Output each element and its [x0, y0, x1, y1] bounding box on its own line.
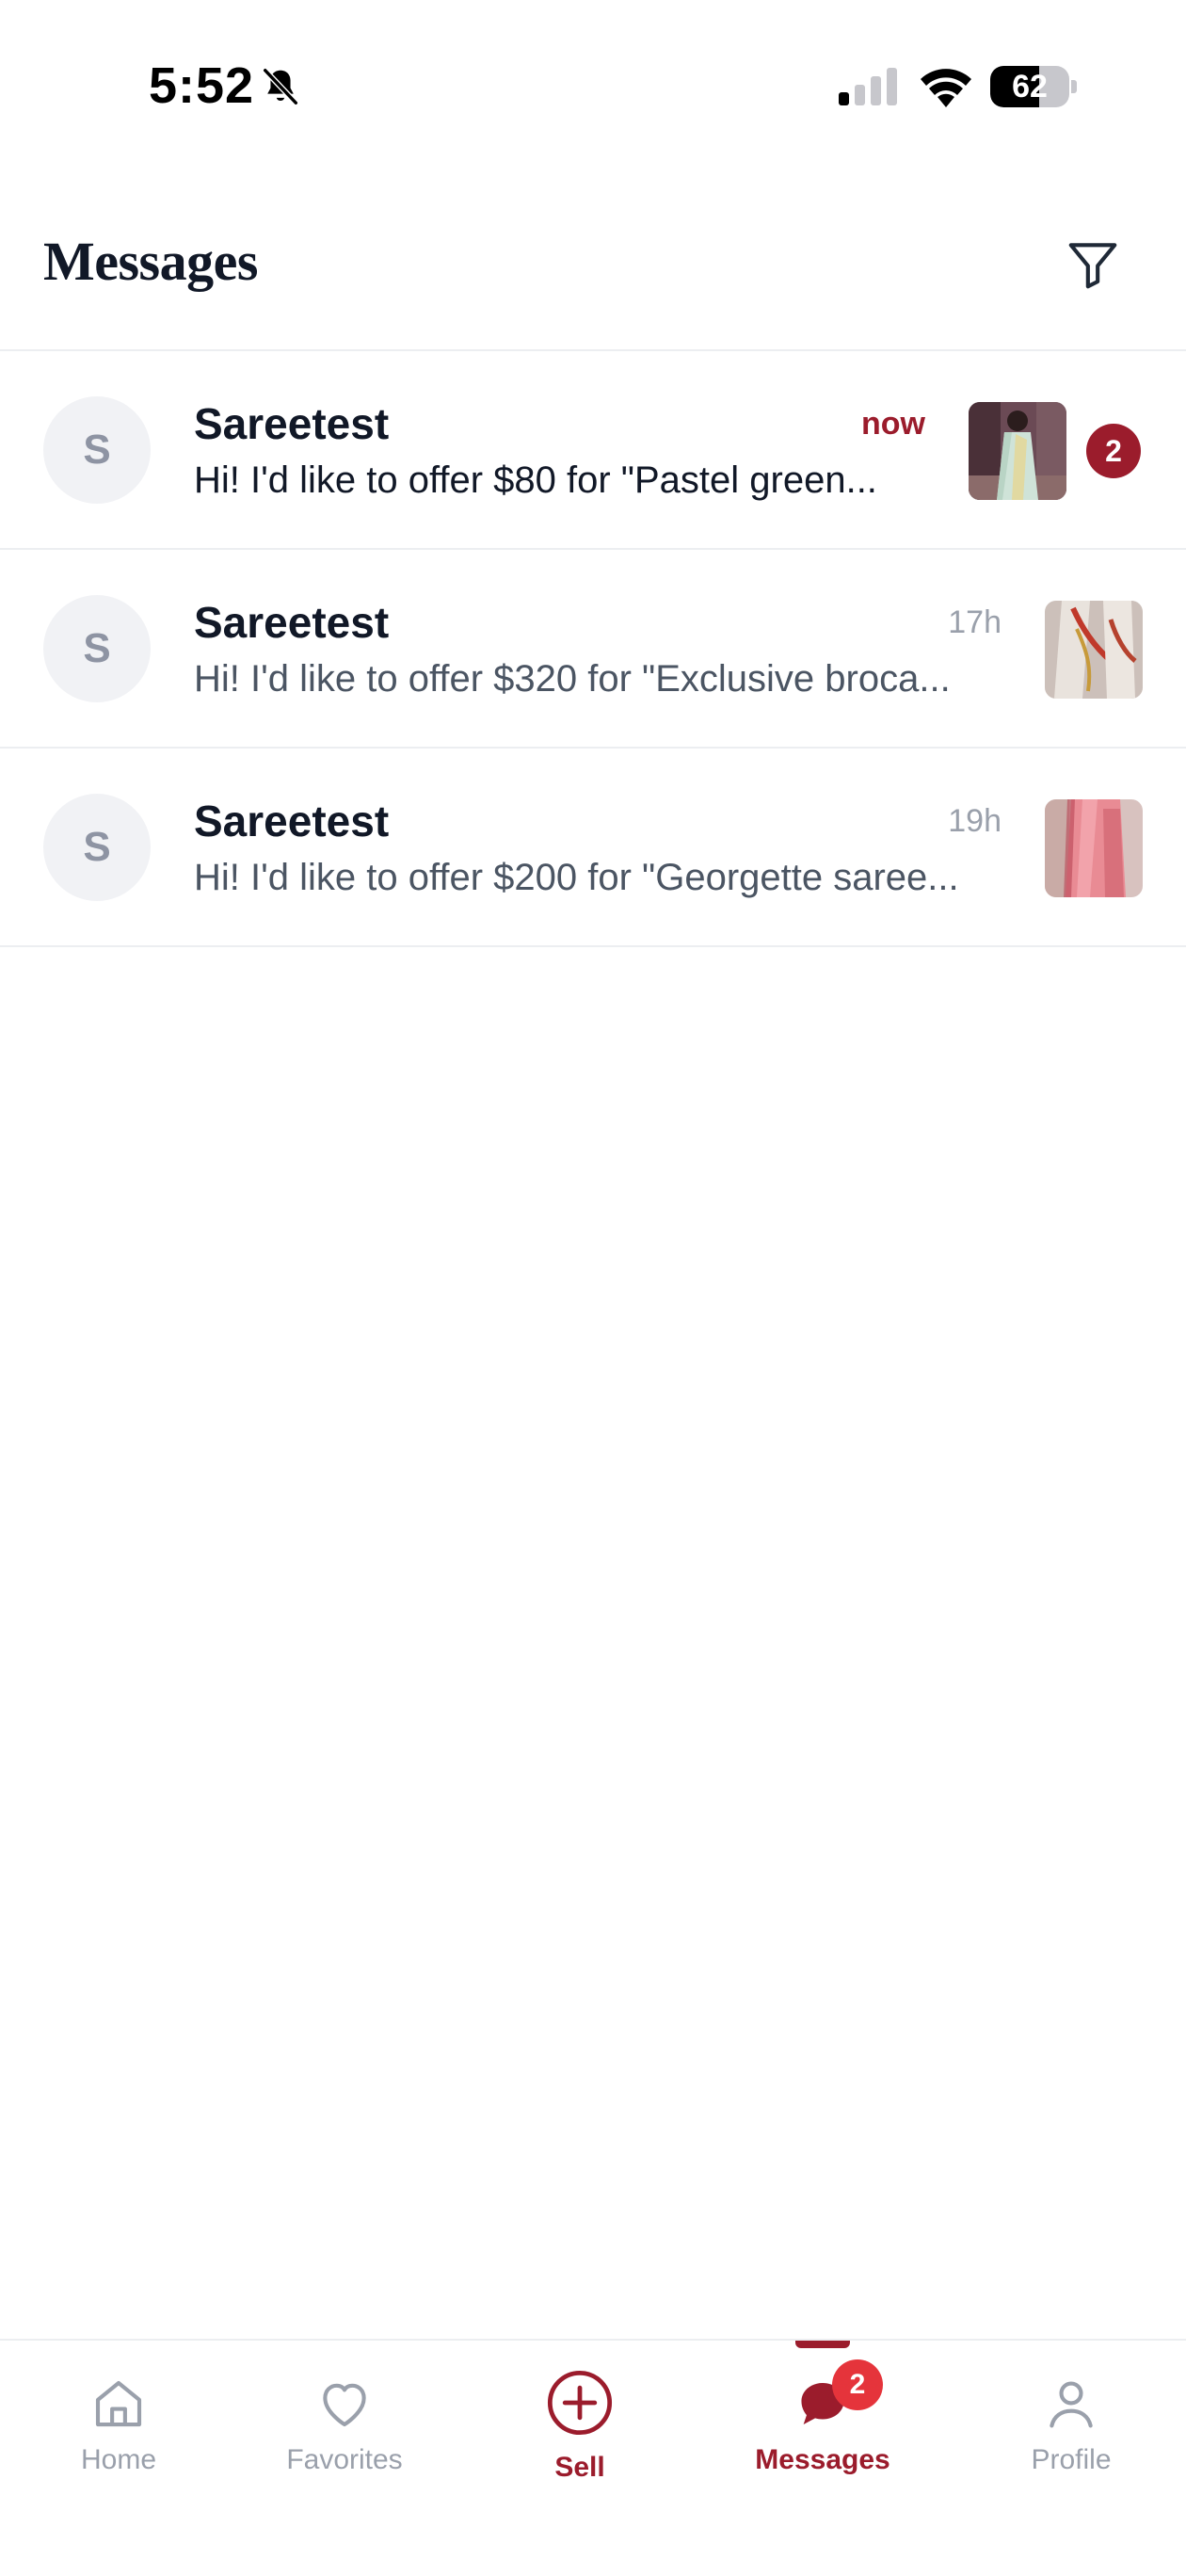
product-thumbnail [969, 402, 1066, 500]
tab-label: Profile [1031, 2444, 1112, 2475]
page-title: Messages [43, 231, 258, 292]
conversation-name: Sareetest [194, 598, 390, 647]
cellular-signal-icon [839, 68, 897, 105]
product-thumbnail [1045, 799, 1143, 897]
conversation-name: Sareetest [194, 797, 390, 845]
heart-icon [323, 2383, 366, 2427]
conversation-list: S Sareetest now Hi! I'd like to offer $8… [0, 351, 1186, 947]
tab-sell[interactable]: Sell [461, 2341, 698, 2491]
conversation-preview: Hi! I'd like to offer $320 for "Exclusiv… [194, 658, 951, 700]
tab-home[interactable]: Home [0, 2341, 237, 2491]
conversation-preview: Hi! I'd like to offer $200 for "Georgett… [194, 857, 959, 898]
tab-profile[interactable]: Profile [953, 2341, 1186, 2491]
avatar: S [43, 794, 151, 901]
tab-label: Favorites [286, 2444, 403, 2475]
home-icon [95, 2380, 142, 2427]
filter-funnel-icon[interactable] [1064, 235, 1122, 294]
unread-count-badge: 2 [1086, 424, 1141, 478]
wifi-icon [921, 69, 971, 107]
conversation-row[interactable]: S Sareetest 17h Hi! I'd like to offer $3… [0, 550, 1186, 749]
battery-icon: 62 [990, 66, 1077, 107]
avatar: S [43, 396, 151, 504]
header: Messages [0, 169, 1186, 351]
conversation-name: Sareetest [194, 399, 390, 448]
conversation-row[interactable]: S Sareetest 19h Hi! I'd like to offer $2… [0, 749, 1186, 947]
battery-level: 62 [1012, 69, 1048, 105]
status-bar: 5:52 62 [0, 0, 1186, 169]
conversation-time: 19h [948, 803, 1002, 839]
conversation-row[interactable]: S Sareetest now Hi! I'd like to offer $8… [0, 351, 1186, 550]
avatar: S [43, 595, 151, 702]
status-time: 5:52 [149, 57, 255, 114]
tab-favorites[interactable]: Favorites [226, 2341, 463, 2491]
plus-circle-icon [547, 2370, 613, 2436]
conversation-time: now [861, 406, 925, 442]
person-icon [1050, 2381, 1093, 2428]
tab-label: Messages [755, 2444, 890, 2475]
tab-bar: Home Favorites Sell Messages 2 Profile [0, 2339, 1186, 2576]
tab-label: Sell [554, 2452, 605, 2483]
tab-label: Home [80, 2444, 157, 2475]
conversation-preview: Hi! I'd like to offer $80 for "Pastel gr… [194, 459, 877, 501]
product-thumbnail [1045, 601, 1143, 699]
conversation-time: 17h [948, 604, 1002, 640]
messages-count-badge: 2 [832, 2359, 883, 2410]
tab-messages[interactable]: Messages [704, 2341, 941, 2491]
bell-slash-icon [263, 68, 298, 105]
